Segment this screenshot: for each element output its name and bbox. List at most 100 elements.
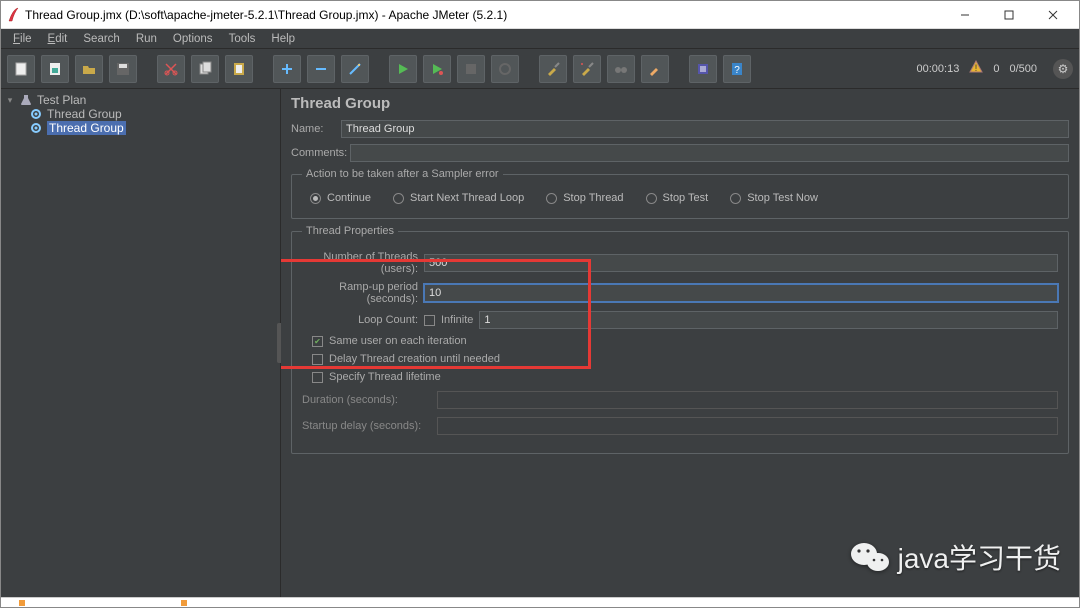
menu-search[interactable]: Search xyxy=(75,31,127,47)
radio-start-next[interactable]: Start Next Thread Loop xyxy=(393,192,524,204)
toggle-button[interactable] xyxy=(341,55,369,83)
window-maximize-button[interactable] xyxy=(987,2,1031,28)
new-button[interactable] xyxy=(7,55,35,83)
clear-all-button[interactable] xyxy=(573,55,601,83)
paste-button[interactable] xyxy=(225,55,253,83)
panel-title: Thread Group xyxy=(291,95,1069,112)
loop-count-input[interactable] xyxy=(479,311,1058,329)
duration-input xyxy=(437,391,1058,409)
radio-icon xyxy=(730,193,741,204)
menu-file[interactable]: File xyxy=(5,31,40,47)
radio-icon xyxy=(646,193,657,204)
svg-text:?: ? xyxy=(734,65,740,76)
collapse-button[interactable] xyxy=(307,55,335,83)
save-button[interactable] xyxy=(109,55,137,83)
toolbar-status: 00:00:13 ! 0 0/500 ⚙ xyxy=(917,59,1073,79)
startup-delay-label: Startup delay (seconds): xyxy=(302,420,437,432)
radio-stop-test[interactable]: Stop Test xyxy=(646,192,709,204)
thread-properties-fieldset: Thread Properties Number of Threads (use… xyxy=(291,225,1069,454)
radio-stop-now[interactable]: Stop Test Now xyxy=(730,192,818,204)
shutdown-button[interactable] xyxy=(491,55,519,83)
threads-input[interactable] xyxy=(424,254,1058,272)
comments-input[interactable] xyxy=(350,144,1069,162)
cut-button[interactable] xyxy=(157,55,185,83)
run-status-icon: ⚙ xyxy=(1053,59,1073,79)
window-title: Thread Group.jmx (D:\soft\apache-jmeter-… xyxy=(25,8,943,22)
checkbox-icon xyxy=(424,315,435,326)
startup-delay-input xyxy=(437,417,1058,435)
flask-icon xyxy=(19,93,33,107)
start-button[interactable] xyxy=(389,55,417,83)
window-minimize-button[interactable] xyxy=(943,2,987,28)
warning-count: 0 xyxy=(993,63,999,75)
tree-label: Thread Group xyxy=(47,121,126,135)
toolbar: ? 00:00:13 ! 0 0/500 ⚙ xyxy=(1,49,1079,89)
copy-icon xyxy=(197,61,213,77)
help-button[interactable]: ? xyxy=(723,55,751,83)
name-input[interactable] xyxy=(341,120,1069,138)
radio-icon xyxy=(393,193,404,204)
app-chrome: File Edit Search Run Options Tools Help xyxy=(1,29,1079,597)
panel-scrollbar[interactable] xyxy=(1069,89,1079,597)
radio-icon xyxy=(310,193,321,204)
elapsed-time: 00:00:13 xyxy=(917,63,960,75)
play-dot-icon xyxy=(429,61,445,77)
minus-icon xyxy=(313,61,329,77)
open-button[interactable] xyxy=(75,55,103,83)
threads-label: Number of Threads (users): xyxy=(302,251,424,275)
gear-icon xyxy=(29,121,43,135)
menu-run[interactable]: Run xyxy=(128,31,165,47)
editor-panel: Thread Group Name: Comments: Action to b… xyxy=(281,89,1079,597)
radio-continue[interactable]: Continue xyxy=(310,192,371,204)
list-icon xyxy=(695,61,711,77)
tree-thread-group-1[interactable]: Thread Group xyxy=(1,107,280,121)
sampler-error-fieldset: Action to be taken after a Sampler error… xyxy=(291,168,1069,219)
start-notimers-button[interactable] xyxy=(423,55,451,83)
menubar: File Edit Search Run Options Tools Help xyxy=(1,29,1079,49)
delay-creation-checkbox[interactable]: Delay Thread creation until needed xyxy=(312,353,500,365)
comments-label: Comments: xyxy=(291,147,350,159)
tree-label: Thread Group xyxy=(47,107,122,121)
rampup-label: Ramp-up period (seconds): xyxy=(302,281,424,305)
binoculars-icon xyxy=(613,61,629,77)
window-close-button[interactable] xyxy=(1031,2,1075,28)
reset-search-button[interactable] xyxy=(641,55,669,83)
search-tree-button[interactable] xyxy=(607,55,635,83)
rampup-input[interactable] xyxy=(424,284,1058,302)
specify-lifetime-checkbox[interactable]: Specify Thread lifetime xyxy=(312,371,441,383)
wand-icon xyxy=(347,61,363,77)
stop-icon xyxy=(463,61,479,77)
tree-root[interactable]: ▾ Test Plan xyxy=(1,93,280,107)
menu-options[interactable]: Options xyxy=(165,31,221,47)
radio-icon xyxy=(546,193,557,204)
warning-icon[interactable]: ! xyxy=(969,60,983,77)
tree-label: Test Plan xyxy=(37,93,86,107)
menu-help[interactable]: Help xyxy=(263,31,303,47)
clear-button[interactable] xyxy=(539,55,567,83)
radio-stop-thread[interactable]: Stop Thread xyxy=(546,192,623,204)
clipboard-icon xyxy=(231,61,247,77)
expand-button[interactable] xyxy=(273,55,301,83)
test-plan-tree[interactable]: ▾ Test Plan Thread Group Thread Group xyxy=(1,89,281,597)
shutdown-icon xyxy=(497,61,513,77)
menu-edit[interactable]: Edit xyxy=(40,31,76,47)
copy-button[interactable] xyxy=(191,55,219,83)
active-threads: 0/500 xyxy=(1009,63,1037,75)
os-titlebar: Thread Group.jmx (D:\soft\apache-jmeter-… xyxy=(1,1,1079,29)
function-helper-button[interactable] xyxy=(689,55,717,83)
templates-button[interactable] xyxy=(41,55,69,83)
jmeter-feather-icon xyxy=(7,7,19,23)
save-icon xyxy=(115,61,131,77)
caret-down-icon[interactable]: ▾ xyxy=(5,95,15,106)
loop-infinite-checkbox[interactable]: Infinite xyxy=(424,314,473,326)
help-icon: ? xyxy=(729,61,745,77)
templates-icon xyxy=(47,61,63,77)
thread-properties-legend: Thread Properties xyxy=(302,225,398,237)
gear-icon xyxy=(29,107,43,121)
tree-thread-group-2[interactable]: Thread Group xyxy=(1,121,280,135)
sampler-error-legend: Action to be taken after a Sampler error xyxy=(302,168,503,180)
checkbox-icon xyxy=(312,336,323,347)
same-user-checkbox[interactable]: Same user on each iteration xyxy=(312,335,467,347)
menu-tools[interactable]: Tools xyxy=(221,31,264,47)
stop-button[interactable] xyxy=(457,55,485,83)
